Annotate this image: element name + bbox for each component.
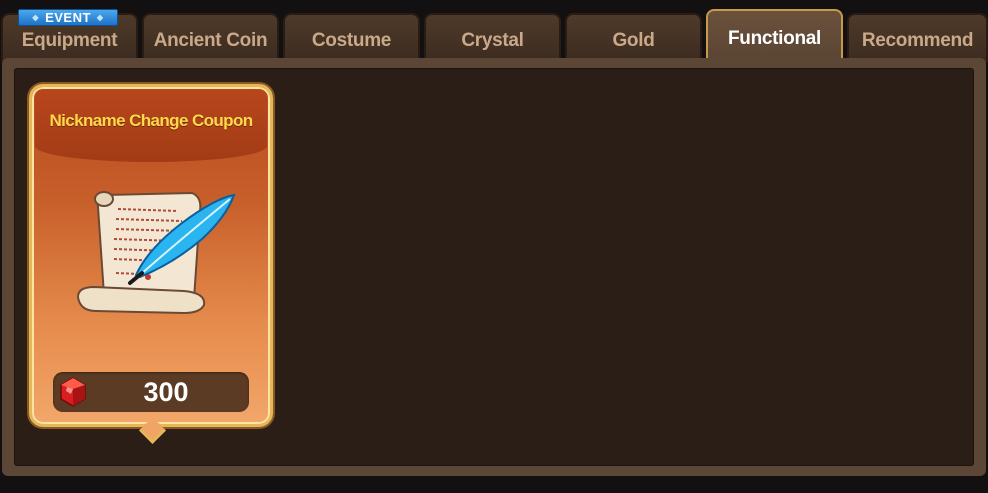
event-badge: ◆ EVENT ◆: [18, 9, 118, 26]
tab-recommend[interactable]: Recommend: [847, 13, 988, 62]
price-value: 300: [143, 377, 189, 407]
tab-label: Gold: [612, 29, 655, 51]
badge-diamond-icon: ◆: [96, 13, 104, 22]
tab-label: Costume: [311, 29, 392, 51]
badge-diamond-icon: ◆: [32, 13, 40, 22]
tab-functional[interactable]: Functional: [706, 9, 843, 62]
tab-costume[interactable]: Costume: [283, 13, 420, 62]
tab-gold[interactable]: Gold: [565, 13, 702, 62]
event-badge-label: EVENT: [45, 10, 91, 25]
ruby-icon: [60, 377, 86, 407]
category-tab-bar: Equipment Ancient Coin Costume Crystal G…: [0, 0, 988, 62]
tab-crystal[interactable]: Crystal: [424, 13, 561, 62]
tab-label: Equipment: [21, 29, 118, 51]
product-card-nickname-change-coupon[interactable]: Nickname Change Coupon 300: [29, 84, 273, 444]
tab-label: Recommend: [861, 29, 974, 51]
price-bar: 300: [53, 372, 249, 412]
tab-label: Crystal: [461, 29, 524, 51]
tab-ancient-coin[interactable]: Ancient Coin: [142, 13, 279, 62]
tab-label: Ancient Coin: [153, 29, 268, 51]
scroll-quill-icon: [76, 191, 236, 315]
tab-label: Functional: [727, 27, 822, 49]
product-title: Nickname Change Coupon: [49, 111, 253, 130]
